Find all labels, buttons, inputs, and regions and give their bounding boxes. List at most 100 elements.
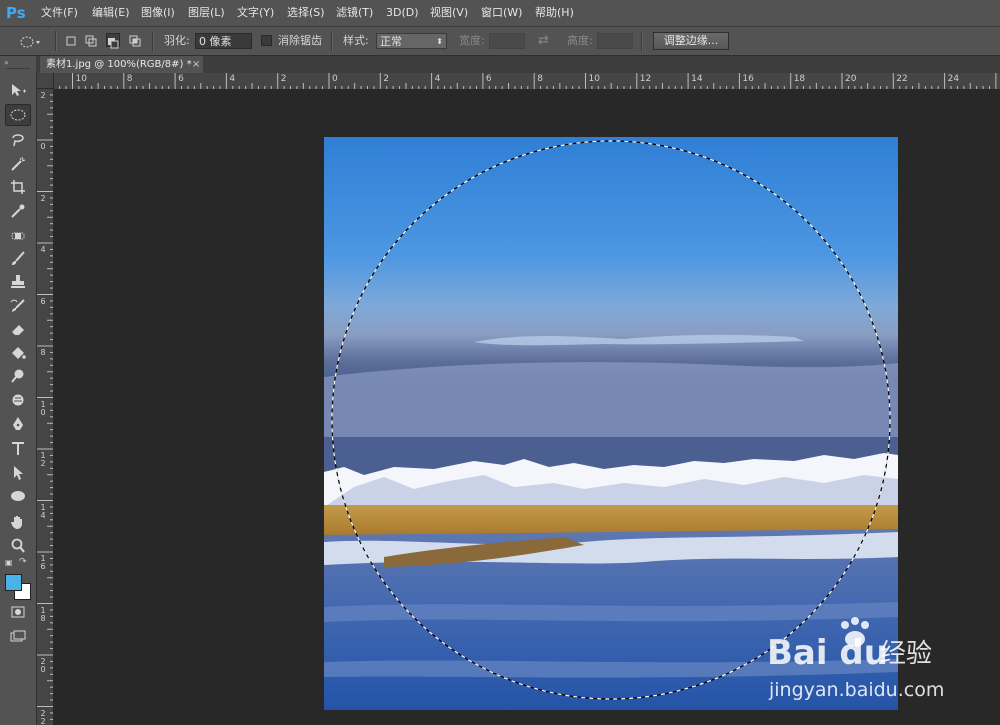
- document-tab[interactable]: 素材1.jpg @ 100%(RGB/8#) * ×: [40, 56, 203, 73]
- clone-stamp-tool[interactable]: [5, 271, 31, 293]
- hand-tool[interactable]: [5, 511, 31, 533]
- ruler-label: 8: [126, 74, 133, 84]
- feather-input[interactable]: 0 像素: [195, 33, 252, 49]
- horizontal-ruler[interactable]: 10 8 6 4 2 0 2 4 6 8 10 12 14 16 18 20 22 24: [54, 73, 1000, 90]
- ruler-label: 6: [485, 74, 492, 84]
- menu-filter[interactable]: 滤镜(T): [336, 0, 373, 26]
- intersect-selection-button[interactable]: [128, 33, 142, 47]
- height-input[interactable]: [597, 33, 633, 49]
- swap-dimensions-icon[interactable]: ⇄: [538, 33, 549, 49]
- subtract-selection-button[interactable]: [106, 33, 120, 49]
- collapse-panel-icon[interactable]: »: [4, 58, 9, 67]
- paw-icon: [841, 617, 869, 647]
- ruler-label: 4: [229, 74, 236, 84]
- new-selection-button[interactable]: [64, 33, 78, 47]
- height-label: 高度:: [567, 34, 593, 47]
- blur-tool[interactable]: [5, 389, 31, 411]
- elliptical-marquee-tool[interactable]: [5, 104, 31, 126]
- ruler-label: 8: [537, 74, 543, 84]
- style-select[interactable]: 正常 ⬍: [376, 33, 447, 49]
- foreground-color-swatch[interactable]: [5, 574, 22, 591]
- menu-view[interactable]: 视图(V): [430, 0, 468, 26]
- zoom-icon: [11, 538, 25, 553]
- menu-window[interactable]: 窗口(W): [481, 0, 522, 26]
- brush-tool[interactable]: [5, 248, 31, 270]
- select-arrows-icon: ⬍: [436, 37, 443, 46]
- baidu-watermark: Bai du 经验 jingyan.baidu.com: [765, 615, 955, 705]
- ruler-label: 10: [75, 74, 87, 84]
- menu-help[interactable]: 帮助(H): [535, 0, 574, 26]
- intersect-selection-icon: [129, 35, 141, 47]
- pen-tool[interactable]: [5, 413, 31, 435]
- options-bar: 羽化: 0 像素 消除锯齿 样式: 正常 ⬍ 宽度: ⇄ 高度: 调整边缘...: [0, 27, 1000, 56]
- antialias-label: 消除锯齿: [278, 34, 322, 47]
- ruler-label: 22: [896, 74, 908, 84]
- ruler-label: 0: [332, 74, 338, 84]
- spot-healing-icon: [11, 232, 25, 240]
- width-input[interactable]: [489, 33, 525, 49]
- menu-file[interactable]: 文件(F): [41, 0, 78, 26]
- magic-wand-icon: [11, 156, 26, 171]
- feather-label: 羽化:: [164, 34, 190, 47]
- quick-mask-icon: [11, 606, 25, 618]
- zoom-tool[interactable]: [5, 535, 31, 557]
- ruler-label: 10: [40, 399, 46, 417]
- move-tool[interactable]: [5, 79, 31, 101]
- swap-colors-icon[interactable]: ↷: [19, 557, 27, 567]
- menu-3d[interactable]: 3D(D): [386, 0, 419, 26]
- menu-edit[interactable]: 编辑(E): [92, 0, 130, 26]
- add-selection-icon: [85, 35, 97, 47]
- ruler-origin[interactable]: [37, 73, 54, 89]
- dodge-tool[interactable]: [5, 365, 31, 387]
- ellipse-shape-tool[interactable]: [5, 485, 31, 507]
- document-tab-title: 素材1.jpg @ 100%(RGB/8#) *: [46, 59, 192, 70]
- menu-image[interactable]: 图像(I): [141, 0, 175, 26]
- type-icon: [12, 442, 24, 455]
- photoshop-logo: Ps: [6, 4, 26, 22]
- new-selection-icon: [66, 36, 76, 46]
- add-to-selection-button[interactable]: [84, 33, 98, 47]
- ruler-label: 4: [40, 245, 46, 254]
- ruler-label: 2: [280, 74, 287, 84]
- crop-icon: [11, 180, 25, 194]
- watermark-brand-cn: 经验: [880, 639, 933, 669]
- antialias-checkbox[interactable]: [261, 35, 272, 46]
- paint-bucket-tool[interactable]: [5, 342, 31, 364]
- ruler-label: 10: [588, 74, 600, 84]
- dodge-icon: [11, 369, 24, 383]
- menu-layer[interactable]: 图层(L): [188, 0, 225, 26]
- tool-preset-picker[interactable]: [19, 34, 40, 48]
- ruler-label: 18: [40, 605, 46, 623]
- ruler-label: 22: [40, 708, 46, 725]
- blur-icon: [12, 394, 24, 406]
- ruler-label: 4: [434, 74, 441, 84]
- menu-type[interactable]: 文字(Y): [237, 0, 274, 26]
- eraser-icon: [12, 325, 24, 335]
- ruler-label: 6: [40, 296, 46, 306]
- quick-mask-button[interactable]: [5, 601, 31, 623]
- history-brush-tool[interactable]: [5, 295, 31, 317]
- tab-close-icon[interactable]: ×: [192, 56, 200, 73]
- eraser-tool[interactable]: [5, 318, 31, 340]
- default-colors-icon[interactable]: ▣: [5, 558, 13, 567]
- spot-healing-tool[interactable]: [5, 225, 31, 247]
- elliptical-marquee-icon: [10, 109, 26, 121]
- type-tool[interactable]: [5, 438, 31, 460]
- crop-tool[interactable]: [5, 176, 31, 198]
- path-selection-tool[interactable]: [5, 462, 31, 484]
- clone-stamp-icon: [11, 275, 25, 288]
- magic-wand-tool[interactable]: [5, 153, 31, 175]
- vertical-ruler[interactable]: 2 0 2 4 6 8 10 12 14 16 18 20 22: [37, 89, 54, 725]
- ruler-label: 2: [383, 74, 390, 84]
- lasso-tool[interactable]: [5, 129, 31, 151]
- ruler-label: 8: [40, 348, 46, 357]
- menu-bar: Ps 文件(F) 编辑(E) 图像(I) 图层(L) 文字(Y) 选择(S) 滤…: [0, 0, 1000, 27]
- subtract-selection-icon: [108, 38, 119, 49]
- eyedropper-tool[interactable]: [5, 200, 31, 222]
- menu-select[interactable]: 选择(S): [287, 0, 325, 26]
- path-selection-icon: [14, 466, 23, 480]
- lasso-icon: [12, 134, 24, 147]
- refine-edge-button[interactable]: 调整边缘...: [653, 32, 729, 50]
- screen-mode-button[interactable]: [5, 626, 31, 648]
- hand-icon: [11, 516, 22, 529]
